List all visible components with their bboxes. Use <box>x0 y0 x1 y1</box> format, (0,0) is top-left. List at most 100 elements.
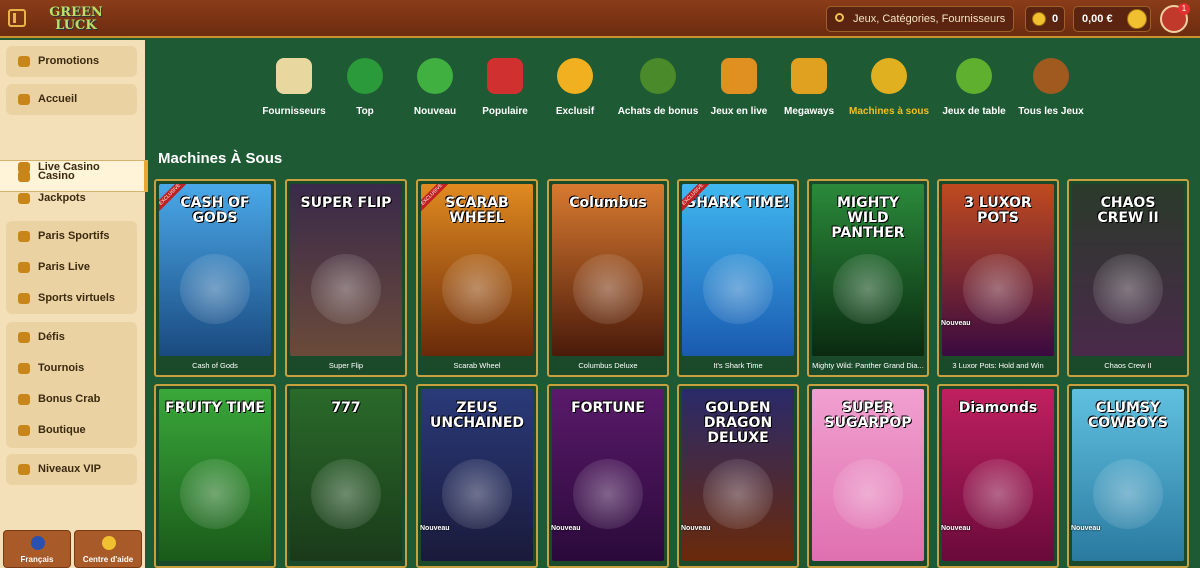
game-thumbnail[interactable]: SUPER SUGARPOP <box>812 389 924 561</box>
game-thumbnail[interactable]: SHARK TIME! EXCLUSIVE <box>682 184 794 356</box>
game-logo-text: Diamonds <box>958 400 1038 416</box>
game-card[interactable]: GOLDEN DRAGON DELUXENouveauGolden Dragon… <box>677 384 799 568</box>
game-thumbnail[interactable]: CHAOS CREW II <box>1072 184 1184 356</box>
game-logo-text: 777 <box>331 400 361 416</box>
cat-exclusif[interactable]: Exclusif <box>550 56 600 120</box>
sidebar-toggle-icon[interactable] <box>8 9 26 27</box>
sidebar-item-jackpots[interactable]: Jackpots <box>6 183 137 214</box>
cat-nouveau[interactable]: Nouveau <box>410 56 460 120</box>
game-art <box>1093 459 1163 529</box>
game-card[interactable]: Columbus Columbus Deluxe <box>547 179 669 377</box>
sidebar-item-paris-sportifs[interactable]: Paris Sportifs <box>6 221 137 252</box>
game-thumbnail[interactable]: CLUMSY COWBOYS <box>1072 389 1184 561</box>
game-art <box>311 254 381 324</box>
help-button[interactable]: Centre d'aide <box>74 530 142 568</box>
new-badge: Nouveau <box>941 320 971 327</box>
game-card[interactable]: CHAOS CREW II Chaos Crew II <box>1067 179 1189 377</box>
cat-tous-les-jeux[interactable]: Tous les Jeux <box>1015 56 1087 120</box>
megaways-icon <box>791 58 827 94</box>
game-thumbnail[interactable]: CASH OF GODS EXCLUSIVE <box>159 184 271 356</box>
game-card[interactable]: FORTUNENouveauFortune Wild <box>547 384 669 568</box>
game-card[interactable]: SHARK TIME! EXCLUSIVE It's Shark Time <box>677 179 799 377</box>
sidebar-group-extras: Défis Tournois Bonus Crab Boutique <box>6 322 137 448</box>
coins-display[interactable]: 0 <box>1025 6 1065 32</box>
cat-populaire[interactable]: Populaire <box>477 56 533 120</box>
game-card[interactable]: FRUITY TIMEFruity Time <box>154 384 276 568</box>
game-thumbnail[interactable]: FORTUNE <box>552 389 664 561</box>
cat-megaways[interactable]: Megaways <box>779 56 839 120</box>
barrel-icon <box>1033 58 1069 94</box>
game-thumbnail[interactable]: SUPER FLIP <box>290 184 402 356</box>
game-logo-text: MIGHTY WILD PANTHER <box>831 195 905 241</box>
game-title: Chaos Crew II <box>1104 361 1152 370</box>
game-card[interactable]: 777777 27-Ways <box>285 384 407 568</box>
wallet-button[interactable]: 0,00 € <box>1073 6 1151 32</box>
medal-icon <box>557 58 593 94</box>
logo[interactable]: GREEN LUCK <box>48 3 104 34</box>
cat-machines-a-sous[interactable]: Machines à sous <box>846 56 932 120</box>
game-logo-text: CLUMSY COWBOYS <box>1088 400 1168 431</box>
sidebar-item-live-casino[interactable]: Live Casino <box>6 152 137 183</box>
search-input[interactable]: Jeux, Catégories, Fournisseurs <box>826 6 1014 32</box>
game-card[interactable]: SCARAB WHEEL EXCLUSIVE Scarab Wheel <box>416 179 538 377</box>
game-thumbnail[interactable]: FRUITY TIME <box>159 389 271 561</box>
game-logo-text: SUPER FLIP <box>300 195 392 211</box>
sidebar-group-vip: Niveaux VIP <box>6 454 137 485</box>
game-card[interactable]: 3 LUXOR POTS Nouveau 3 Luxor Pots: Hold an… <box>937 179 1059 377</box>
cat-fournisseurs[interactable]: Fournisseurs <box>260 56 328 120</box>
gift-icon <box>18 56 30 67</box>
avatar[interactable]: 1 <box>1160 3 1190 33</box>
game-art <box>180 254 250 324</box>
sidebar-item-sports-virtuels[interactable]: Sports virtuels <box>6 283 137 314</box>
game-thumbnail[interactable]: 777 <box>290 389 402 561</box>
game-art <box>963 459 1033 529</box>
sidebar-item-tournois[interactable]: Tournois <box>6 353 137 384</box>
sidebar: Promotions Accueil Casino Live Casino Ja… <box>0 40 148 568</box>
game-thumbnail[interactable]: ZEUS UNCHAINED <box>421 389 533 561</box>
balance-value: 0,00 € <box>1082 13 1113 25</box>
game-art <box>703 254 773 324</box>
sidebar-item-paris-live[interactable]: Paris Live <box>6 252 137 283</box>
game-thumbnail[interactable]: SCARAB WHEEL EXCLUSIVE <box>421 184 533 356</box>
sidebar-item-promotions[interactable]: Promotions <box>6 46 137 77</box>
cat-jeux-en-live[interactable]: Jeux en live <box>707 56 771 120</box>
game-thumbnail[interactable]: Columbus <box>552 184 664 356</box>
section-title: Machines À Sous <box>158 150 283 167</box>
star-icon <box>487 58 523 94</box>
new-badge: Nouveau <box>681 525 711 532</box>
game-card[interactable]: MIGHTY WILD PANTHER Mighty Wild: Panther … <box>807 179 929 377</box>
eu-flag-icon <box>31 536 45 550</box>
game-thumbnail[interactable]: MIGHTY WILD PANTHER <box>812 184 924 356</box>
language-button[interactable]: Français <box>3 530 71 568</box>
sidebar-item-niveaux-vip[interactable]: Niveaux VIP <box>6 454 137 485</box>
coins-value: 0 <box>1052 13 1059 25</box>
help-icon <box>102 536 116 550</box>
sidebar-item-defis[interactable]: Défis <box>6 322 137 353</box>
scroll-icon <box>276 58 312 94</box>
sidebar-item-accueil[interactable]: Accueil <box>6 84 137 115</box>
cat-achats-de-bonus[interactable]: Achats de bonus <box>613 56 703 120</box>
game-art <box>442 254 512 324</box>
cat-top[interactable]: Top <box>340 56 390 120</box>
sidebar-item-bonus-crab[interactable]: Bonus Crab <box>6 384 137 415</box>
game-card[interactable]: CLUMSY COWBOYSNouveauClumsy Cowboys <box>1067 384 1189 568</box>
game-card[interactable]: DiamondsNouveauImmortal Ways Diamonds <box>937 384 1059 568</box>
game-thumbnail[interactable]: GOLDEN DRAGON DELUXE <box>682 389 794 561</box>
game-card[interactable]: SUPER SUGARPOPSuper Sugar Pop <box>807 384 929 568</box>
game-art <box>833 254 903 324</box>
sidebar-item-boutique[interactable]: Boutique <box>6 415 137 446</box>
sidebar-group-home: Accueil <box>6 84 137 115</box>
virtual-sports-icon <box>18 293 30 304</box>
game-card[interactable]: ZEUS UNCHAINEDNouveauZeus Unchained <box>416 384 538 568</box>
sidebar-group-casino: Live Casino Jackpots <box>6 152 137 214</box>
game-art <box>963 254 1033 324</box>
game-title: It's Shark Time <box>713 361 763 370</box>
game-thumbnail[interactable]: Diamonds <box>942 389 1054 561</box>
game-logo-text: CASH OF GODS <box>180 195 250 226</box>
game-card[interactable]: CASH OF GODS EXCLUSIVE Cash of Gods <box>154 179 276 377</box>
cat-jeux-de-table[interactable]: Jeux de table <box>938 56 1010 120</box>
game-art <box>833 459 903 529</box>
game-card[interactable]: SUPER FLIP Super Flip <box>285 179 407 377</box>
game-thumbnail[interactable]: 3 LUXOR POTS <box>942 184 1054 356</box>
trophy-icon <box>18 363 30 374</box>
